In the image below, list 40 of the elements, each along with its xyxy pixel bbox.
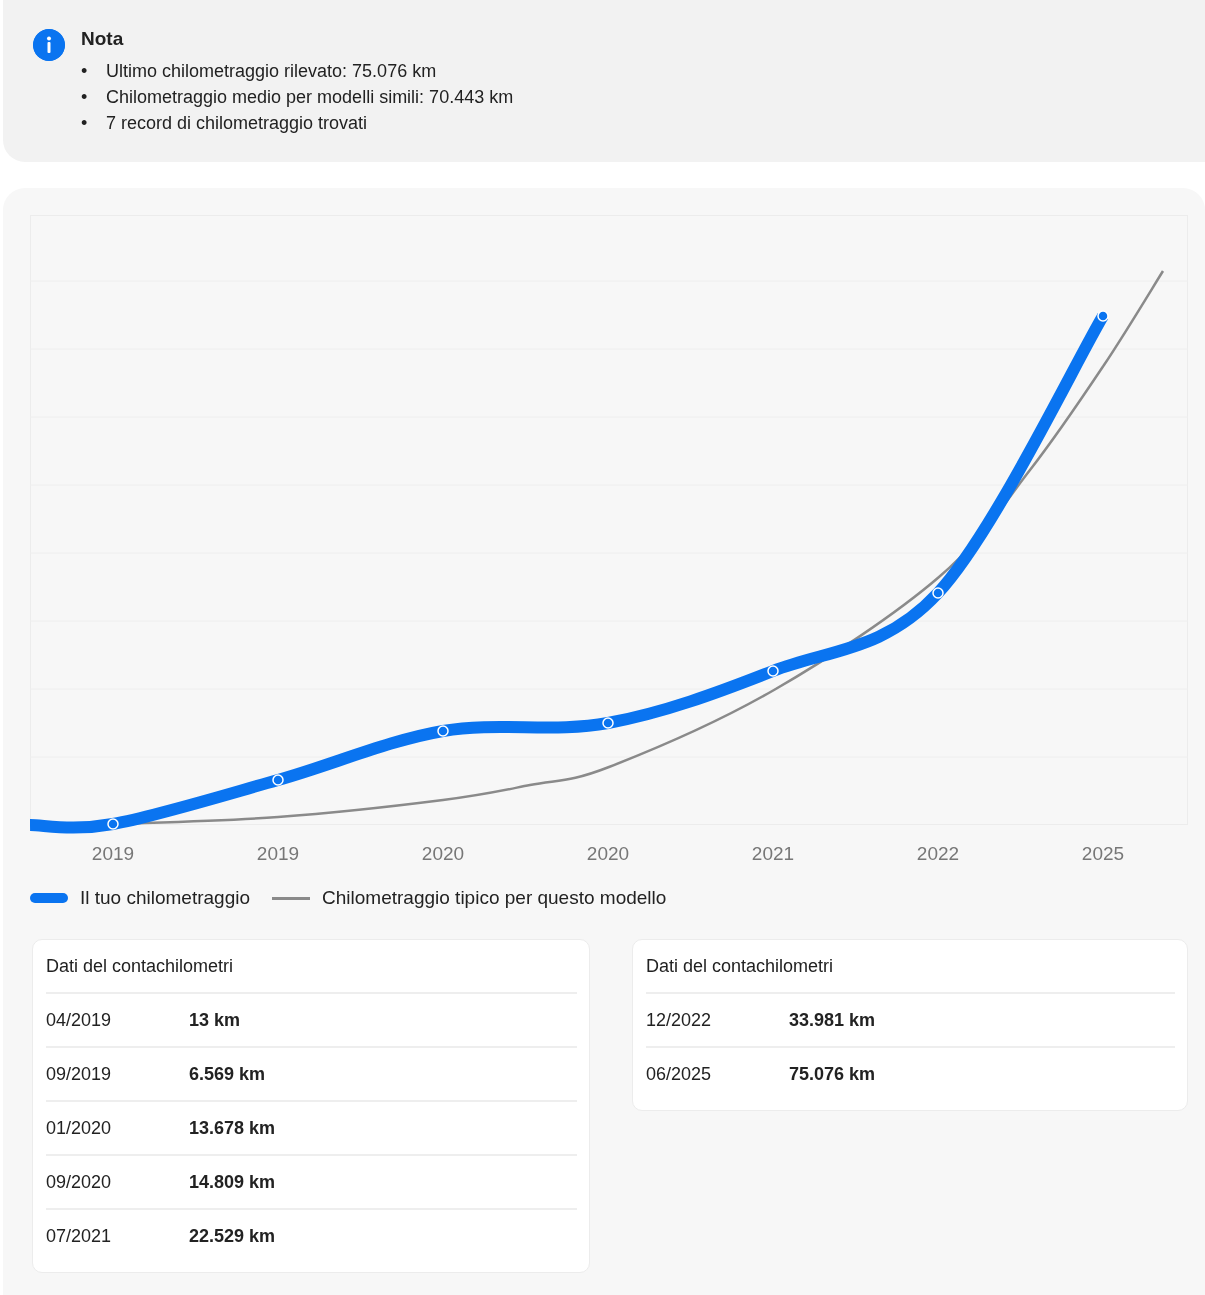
legend-label: Chilometraggio tipico per questo modello bbox=[322, 887, 667, 909]
axis-label: 2019 bbox=[256, 843, 300, 864]
axis-label: 2022 bbox=[916, 843, 960, 864]
legend-label: Il tuo chilometraggio bbox=[80, 887, 251, 909]
axis-label: 2019 bbox=[91, 843, 135, 864]
date-cell-text: 09/2020 bbox=[46, 1171, 113, 1193]
mileage-cell: 14.809 km bbox=[189, 1171, 276, 1193]
axis-label: 2021 bbox=[751, 843, 795, 864]
date-cell-text: 07/2021 bbox=[46, 1225, 113, 1247]
bullet-mark: • bbox=[81, 86, 89, 109]
mileage-cell: 33.981 km bbox=[789, 1009, 876, 1031]
axis-label: 2020 bbox=[586, 843, 630, 864]
note-title: Nota bbox=[81, 28, 125, 50]
data-point bbox=[767, 665, 779, 677]
date-cell-text: 06/2025 bbox=[646, 1063, 713, 1085]
date-cell-text: 09/2019 bbox=[46, 1063, 113, 1085]
info-icon bbox=[33, 29, 65, 61]
mileage-cell: 22.529 km bbox=[189, 1225, 276, 1247]
mileage-cell: 6.569 km bbox=[189, 1063, 266, 1085]
data-point bbox=[602, 717, 614, 729]
axis-label: 2020 bbox=[421, 843, 465, 864]
note-item: Chilometraggio medio per modelli simili: 70.443 km bbox=[106, 86, 514, 109]
bullet-mark: • bbox=[81, 60, 89, 83]
data-point bbox=[272, 774, 284, 786]
date-cell-text: 01/2020 bbox=[46, 1117, 113, 1139]
data-point bbox=[932, 587, 944, 599]
mileage-cell: 13.678 km bbox=[189, 1117, 276, 1139]
note-item: Ultimo chilometraggio rilevato: 75.076 km bbox=[106, 60, 437, 83]
table-title: Dati del contachilometri bbox=[46, 940, 577, 994]
data-point bbox=[437, 725, 449, 737]
date-cell-text: 04/2019 bbox=[46, 1009, 113, 1031]
axis-label: 2025 bbox=[1081, 843, 1125, 864]
mileage-cell: 75.076 km bbox=[789, 1063, 876, 1085]
bullet-mark: • bbox=[81, 112, 89, 135]
data-point bbox=[1097, 310, 1109, 322]
date-cell-text: 12/2022 bbox=[646, 1009, 713, 1031]
table-title: Dati del contachilometri bbox=[646, 940, 1175, 994]
mileage-cell: 13 km bbox=[189, 1009, 241, 1031]
data-point bbox=[107, 818, 119, 830]
note-item: 7 record di chilometraggio trovati bbox=[106, 112, 368, 135]
